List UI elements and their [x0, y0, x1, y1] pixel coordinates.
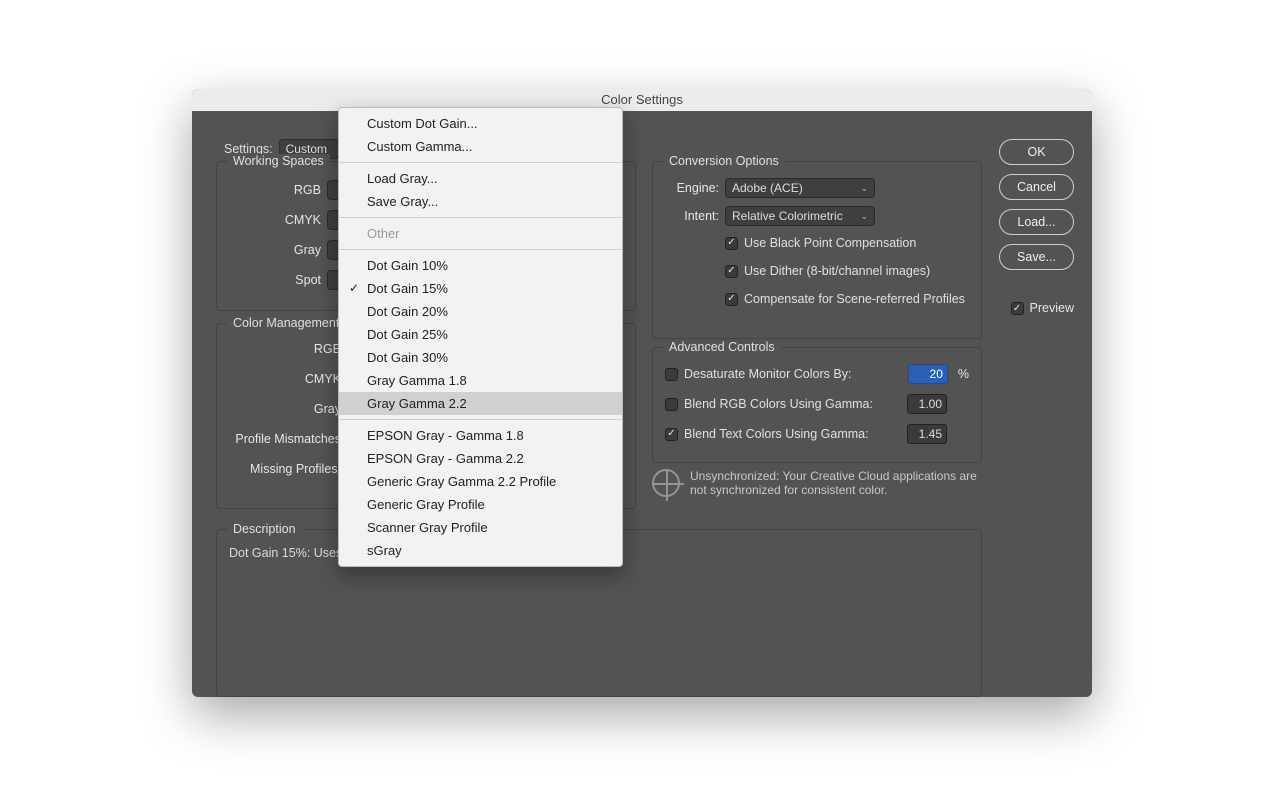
- cmp-rgb-label: RGB: [225, 342, 341, 356]
- unsync-notice: Unsynchronized: Your Creative Cloud appl…: [652, 469, 982, 497]
- menu-item: Other: [339, 222, 622, 245]
- conv-dither-row: Use Dither (8-bit/channel images): [725, 264, 930, 278]
- working-spaces-legend: Working Spaces: [227, 154, 330, 168]
- conversion-group: Conversion Options Engine: Adobe (ACE) ⌄…: [652, 161, 982, 339]
- dither-label: Use Dither (8-bit/channel images): [744, 264, 930, 278]
- cancel-button[interactable]: Cancel: [999, 174, 1074, 200]
- menu-separator: [339, 217, 622, 218]
- menu-item[interactable]: Generic Gray Profile: [339, 493, 622, 516]
- dither-checkbox[interactable]: Use Dither (8-bit/channel images): [725, 264, 930, 278]
- menu-separator: [339, 419, 622, 420]
- cmp-gray-row: Gray: [225, 402, 341, 416]
- menu-item[interactable]: Custom Dot Gain...: [339, 112, 622, 135]
- checkbox-icon: ✓: [1011, 302, 1024, 315]
- menu-item[interactable]: Scanner Gray Profile: [339, 516, 622, 539]
- checkbox-icon: [665, 398, 678, 411]
- description-legend: Description: [227, 522, 302, 536]
- unsync-icon: [652, 469, 680, 497]
- gray-profile-menu[interactable]: Custom Dot Gain...Custom Gamma... Load Gr…: [338, 107, 623, 567]
- preview-label: Preview: [1030, 301, 1074, 315]
- engine-label: Engine:: [661, 181, 719, 195]
- intent-value: Relative Colorimetric: [732, 209, 843, 223]
- adv-blend-rgb-row: Blend RGB Colors Using Gamma: 1.00: [665, 394, 969, 414]
- menu-item[interactable]: Dot Gain 20%: [339, 300, 622, 323]
- blend-text-checkbox[interactable]: Blend Text Colors Using Gamma:: [665, 427, 869, 441]
- cmp-rgb-row: RGB: [225, 342, 341, 356]
- chevron-down-icon: ⌄: [860, 211, 868, 222]
- desat-unit: %: [958, 367, 969, 381]
- cmp-cmyk-label: CMYK: [225, 372, 341, 386]
- cmp-cmyk-row: CMYK: [225, 372, 341, 386]
- conversion-legend: Conversion Options: [663, 154, 785, 168]
- desat-checkbox[interactable]: Desaturate Monitor Colors By:: [665, 367, 851, 381]
- save-button[interactable]: Save...: [999, 244, 1074, 270]
- blend-text-value-input[interactable]: 1.45: [907, 424, 947, 444]
- adv-desat-row: Desaturate Monitor Colors By: 20 %: [665, 364, 969, 384]
- ws-cmyk-label: CMYK: [225, 213, 321, 227]
- menu-item[interactable]: sGray: [339, 539, 622, 562]
- menu-item[interactable]: EPSON Gray - Gamma 2.2: [339, 447, 622, 470]
- conv-bpc-row: Use Black Point Compensation: [725, 236, 916, 250]
- menu-item[interactable]: Gray Gamma 1.8: [339, 369, 622, 392]
- ws-spot-label: Spot: [225, 273, 321, 287]
- menu-item[interactable]: Save Gray...: [339, 190, 622, 213]
- dialog-titlebar: Color Settings: [192, 89, 1092, 111]
- ws-gray-label: Gray: [225, 243, 321, 257]
- menu-item[interactable]: Generic Gray Gamma 2.2 Profile: [339, 470, 622, 493]
- conv-intent-row: Intent: Relative Colorimetric ⌄: [661, 206, 875, 226]
- ok-button[interactable]: OK: [999, 139, 1074, 165]
- conv-engine-row: Engine: Adobe (ACE) ⌄: [661, 178, 875, 198]
- intent-select[interactable]: Relative Colorimetric ⌄: [725, 206, 875, 226]
- adv-blend-text-row: Blend Text Colors Using Gamma: 1.45: [665, 424, 969, 444]
- advanced-group: Advanced Controls Desaturate Monitor Col…: [652, 347, 982, 463]
- checkbox-icon: [725, 237, 738, 250]
- black-point-checkbox[interactable]: Use Black Point Compensation: [725, 236, 916, 250]
- preview-checkbox[interactable]: ✓ Preview: [1011, 301, 1074, 315]
- scene-label: Compensate for Scene-referred Profiles: [744, 292, 965, 306]
- blend-rgb-label: Blend RGB Colors Using Gamma:: [684, 397, 873, 411]
- unsync-text: Unsynchronized: Your Creative Cloud appl…: [690, 469, 982, 497]
- blend-rgb-value-input[interactable]: 1.00: [907, 394, 947, 414]
- scene-checkbox[interactable]: Compensate for Scene-referred Profiles: [725, 292, 965, 306]
- load-button[interactable]: Load...: [999, 209, 1074, 235]
- engine-value: Adobe (ACE): [732, 181, 803, 195]
- engine-select[interactable]: Adobe (ACE) ⌄: [725, 178, 875, 198]
- menu-item[interactable]: Dot Gain 10%: [339, 254, 622, 277]
- menu-item[interactable]: EPSON Gray - Gamma 1.8: [339, 424, 622, 447]
- menu-item[interactable]: Load Gray...: [339, 167, 622, 190]
- menu-separator: [339, 162, 622, 163]
- checkbox-icon: [725, 265, 738, 278]
- intent-label: Intent:: [661, 209, 719, 223]
- color-mgmt-legend: Color Management: [227, 316, 345, 330]
- advanced-legend: Advanced Controls: [663, 340, 781, 354]
- menu-item[interactable]: Dot Gain 15%: [339, 277, 622, 300]
- button-column: OK Cancel Load... Save...: [999, 139, 1074, 270]
- cmp-mismatch-label: Profile Mismatches: [225, 432, 341, 446]
- conv-scene-row: Compensate for Scene-referred Profiles: [725, 292, 965, 306]
- cmp-mismatch-row: Profile Mismatches: [225, 432, 341, 446]
- menu-separator: [339, 249, 622, 250]
- checkbox-icon: [665, 368, 678, 381]
- ws-rgb-label: RGB: [225, 183, 321, 197]
- menu-item[interactable]: Gray Gamma 2.2: [339, 392, 622, 415]
- black-point-label: Use Black Point Compensation: [744, 236, 916, 250]
- desat-value-input[interactable]: 20: [908, 364, 948, 384]
- dialog-title: Color Settings: [601, 92, 683, 107]
- menu-item[interactable]: Custom Gamma...: [339, 135, 622, 158]
- chevron-down-icon: ⌄: [860, 183, 868, 194]
- dialog-body: Settings: Custom Working Spaces RGB ⌄ CM…: [192, 111, 1092, 127]
- desat-label: Desaturate Monitor Colors By:: [684, 367, 851, 381]
- checkbox-icon: [665, 428, 678, 441]
- blend-rgb-checkbox[interactable]: Blend RGB Colors Using Gamma:: [665, 397, 873, 411]
- blend-text-label: Blend Text Colors Using Gamma:: [684, 427, 869, 441]
- color-settings-dialog: Color Settings Settings: Custom Working …: [192, 89, 1092, 697]
- cmp-gray-label: Gray: [225, 402, 341, 416]
- menu-item[interactable]: Dot Gain 25%: [339, 323, 622, 346]
- menu-item[interactable]: Dot Gain 30%: [339, 346, 622, 369]
- checkbox-icon: [725, 293, 738, 306]
- cmp-missing-label: Missing Profiles:: [225, 462, 341, 476]
